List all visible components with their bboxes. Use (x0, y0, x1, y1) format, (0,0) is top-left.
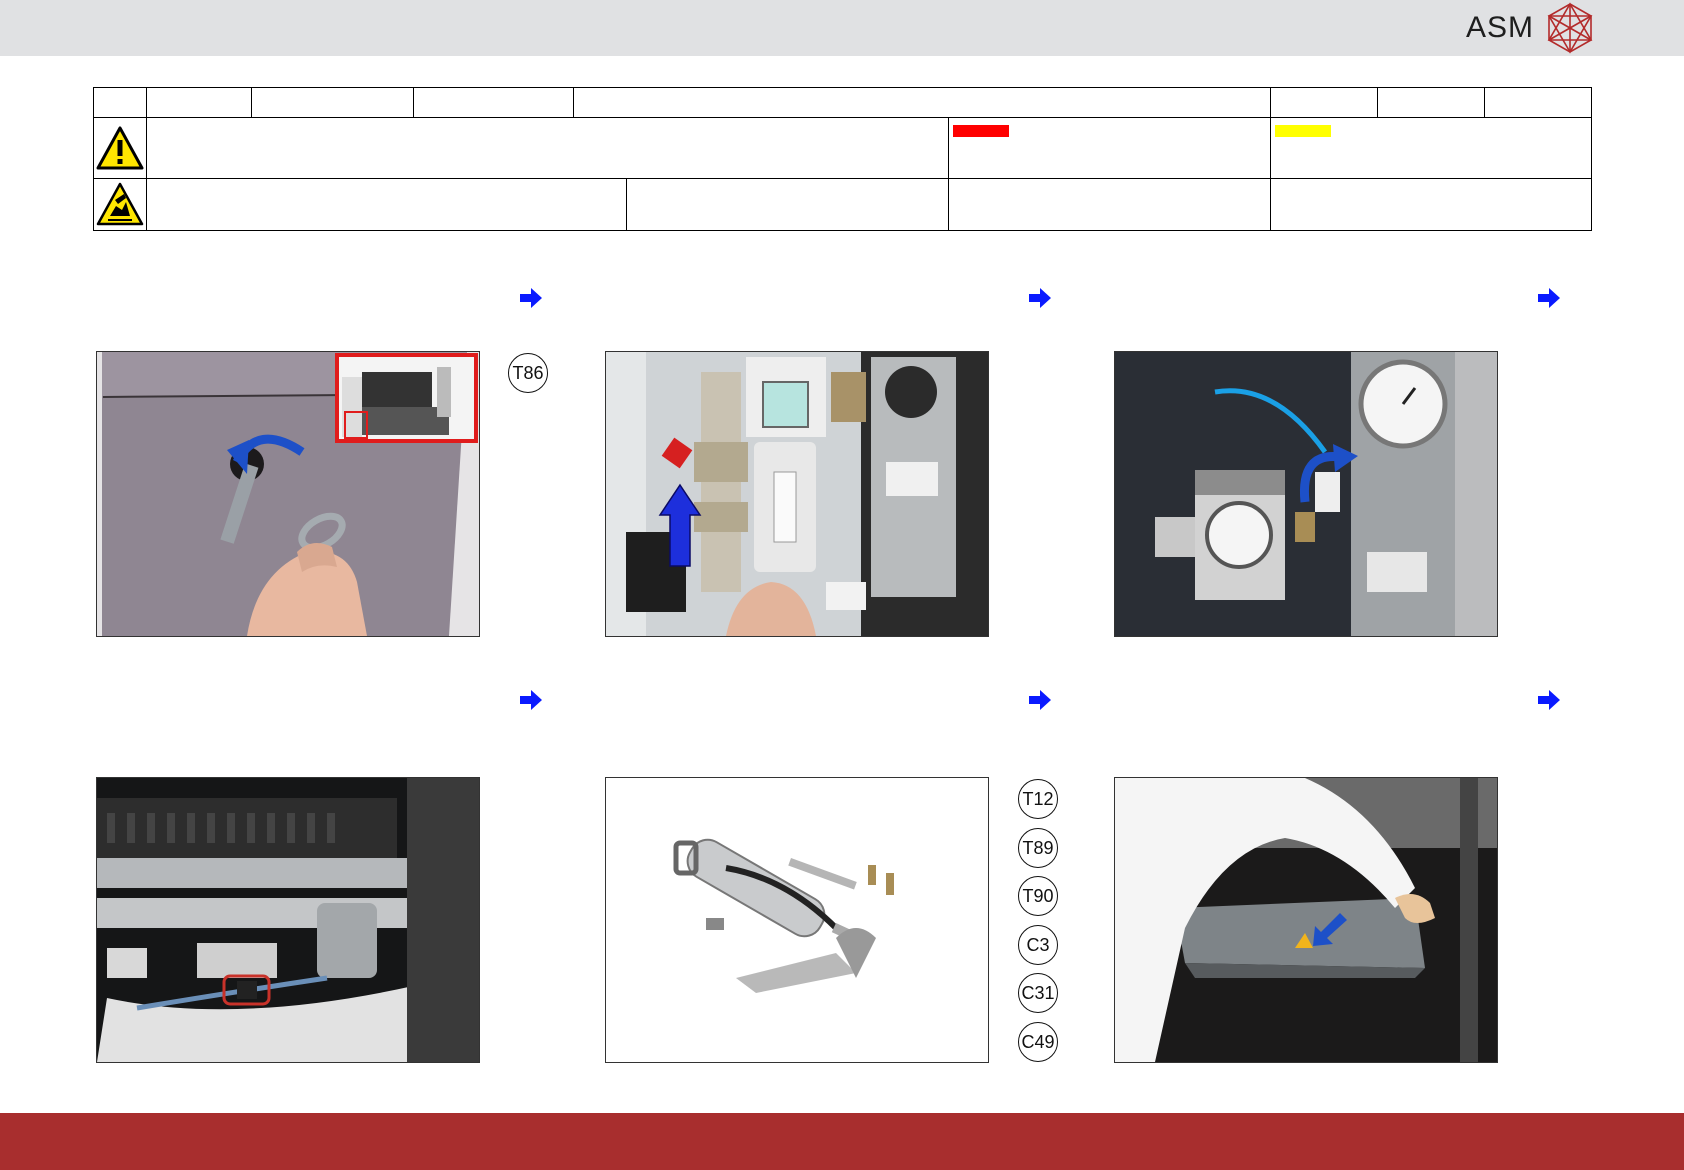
warning-text-cell (146, 117, 949, 179)
caution-color-swatch (1275, 125, 1332, 138)
step5-photo (605, 777, 989, 1063)
header-cell (1484, 86, 1593, 119)
warning-symbol-cell (93, 117, 147, 179)
tool-badge-t90: T90 (1018, 876, 1058, 916)
step6-photo (1114, 777, 1498, 1063)
step3-photo (1114, 351, 1498, 637)
warning-row (93, 117, 1593, 179)
esd-cell-3 (947, 177, 1272, 232)
danger-level-cell (947, 117, 1272, 179)
esd-icon (96, 183, 144, 226)
tool-badge-c3: C3 (1018, 925, 1058, 965)
caution-level-cell (1270, 117, 1593, 179)
header-cell (1377, 86, 1486, 119)
header-cell (251, 86, 414, 119)
header-cell (93, 86, 147, 119)
esd-text-cell (146, 177, 627, 232)
header-cell (1270, 86, 1379, 119)
tool-badge-c49: C49 (1018, 1022, 1058, 1062)
top-bar: ASM (0, 0, 1684, 56)
next-step-arrow-icon (1538, 690, 1560, 710)
step4-photo (96, 777, 480, 1063)
esd-row (93, 177, 1593, 232)
tool-badge-t89: T89 (1018, 828, 1058, 868)
next-step-arrow-icon (1538, 288, 1560, 308)
asm-logo-icon (1547, 2, 1593, 54)
header-cell (572, 86, 1272, 119)
asm-logo: ASM (1465, 2, 1596, 54)
header-cell (413, 86, 574, 119)
next-step-arrow-icon (1029, 690, 1051, 710)
warning-triangle-icon (96, 126, 144, 170)
tool-badge-c31: C31 (1018, 973, 1058, 1013)
next-step-arrow-icon (520, 690, 542, 710)
esd-cell-4 (1270, 177, 1593, 232)
tool-badge-t12: T12 (1018, 779, 1058, 819)
next-step-arrow-icon (520, 288, 542, 308)
danger-color-swatch (953, 125, 1009, 138)
esd-symbol-cell (93, 177, 147, 232)
header-table (93, 86, 1593, 232)
header-row-1 (93, 86, 1593, 119)
next-step-arrow-icon (1029, 288, 1051, 308)
header-cell (146, 86, 252, 119)
esd-cell-2 (626, 177, 949, 232)
step2-photo (605, 351, 989, 637)
step1-photo (96, 351, 480, 637)
footer-bar (0, 1113, 1684, 1170)
tool-badge-t86: T86 (508, 353, 548, 393)
logo-text: ASM (1465, 11, 1534, 44)
